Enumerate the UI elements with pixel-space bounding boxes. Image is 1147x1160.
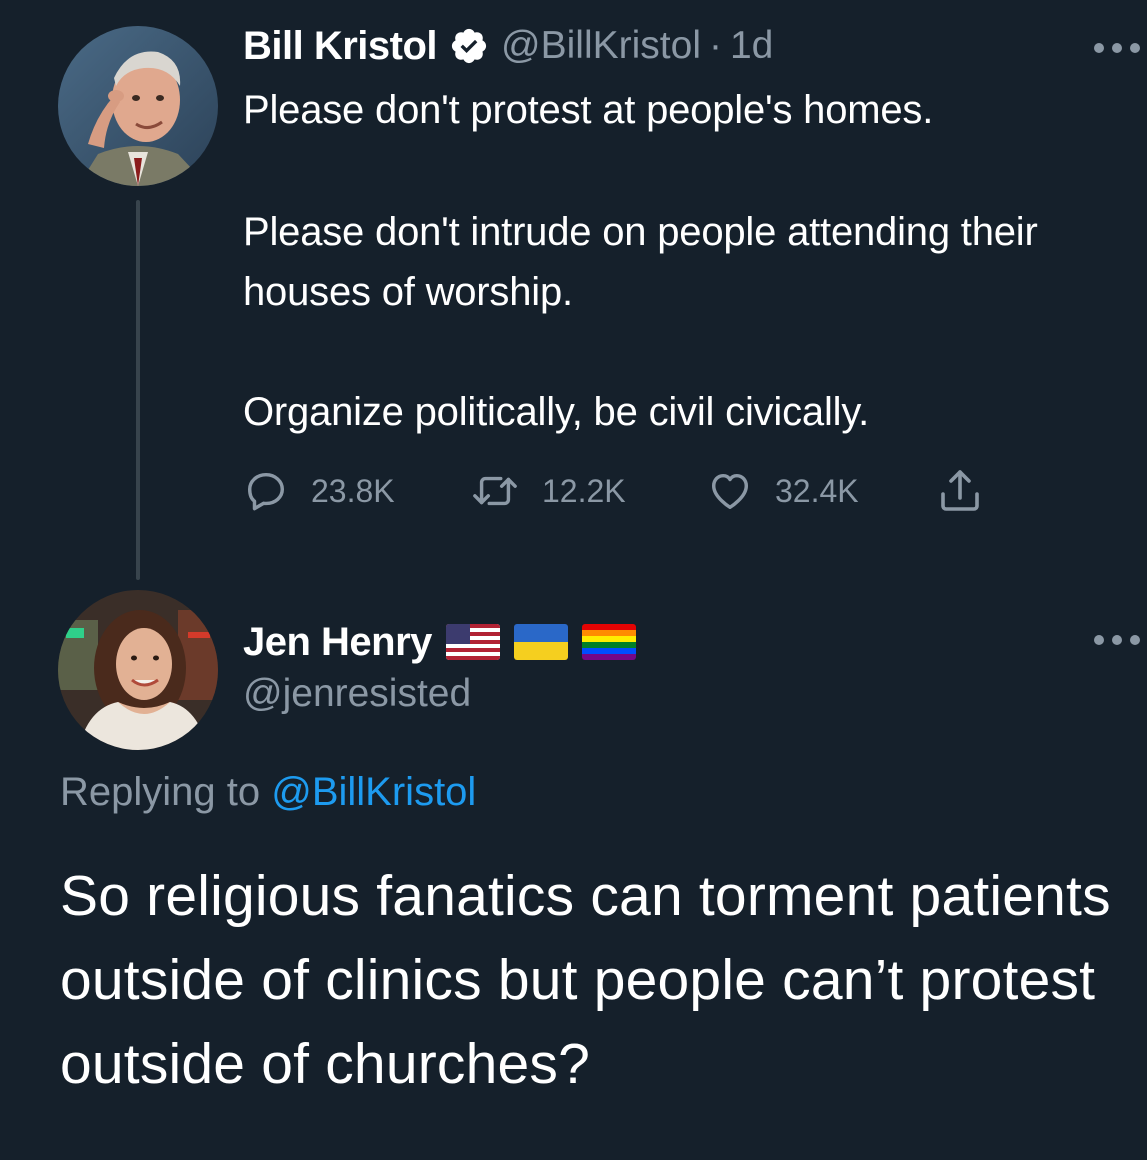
replying-to-link[interactable]: @BillKristol bbox=[271, 770, 476, 814]
share-icon bbox=[941, 470, 979, 511]
author-handle[interactable]: @jenresisted bbox=[243, 672, 471, 716]
replying-to-line: Replying to @BillKristol bbox=[60, 770, 476, 815]
author-name[interactable]: Jen Henry bbox=[243, 620, 432, 665]
avatar-jen-henry[interactable] bbox=[58, 590, 218, 750]
tweet1-text-paragraph-2: Please don't intrude on people attending… bbox=[243, 210, 1038, 314]
retweet-count: 12.2K bbox=[542, 472, 626, 509]
separator-dot: · bbox=[708, 24, 722, 67]
retweet-button[interactable]: 12.2K bbox=[470, 468, 626, 514]
tweet1-text-paragraph-3: Organize politically, be civil civically… bbox=[243, 390, 870, 434]
tweet2-text: So religious fanatics can torment patien… bbox=[60, 864, 1111, 1096]
reply-count: 23.8K bbox=[311, 472, 395, 509]
tweet-timestamp[interactable]: 1d bbox=[730, 24, 773, 68]
avatar-bill-kristol[interactable] bbox=[58, 26, 218, 186]
like-count: 32.4K bbox=[775, 472, 859, 509]
verified-badge-icon bbox=[451, 28, 487, 64]
us-flag-icon bbox=[445, 624, 500, 660]
thread-connector-line bbox=[136, 200, 140, 580]
share-button[interactable] bbox=[936, 466, 984, 516]
tweet1-header: Bill Kristol @BillKristol · 1d bbox=[243, 21, 773, 71]
replying-to-label: Replying to bbox=[60, 770, 272, 814]
rainbow-flag-icon bbox=[581, 624, 636, 660]
more-options-icon[interactable] bbox=[1094, 41, 1140, 55]
reply-icon bbox=[247, 472, 285, 511]
like-button[interactable]: 32.4K bbox=[707, 468, 859, 514]
tweet1-text-paragraph-1: Please don't protest at people's homes. bbox=[243, 88, 934, 132]
author-handle[interactable]: @BillKristol bbox=[501, 24, 701, 68]
author-name[interactable]: Bill Kristol bbox=[243, 24, 438, 69]
ukraine-flag-icon bbox=[513, 624, 568, 660]
reply-button[interactable]: 23.8K bbox=[243, 468, 395, 514]
tweet2-name-row: Jen Henry bbox=[243, 614, 636, 670]
retweet-icon bbox=[473, 476, 517, 506]
heart-icon bbox=[711, 473, 749, 510]
more-options-icon[interactable] bbox=[1094, 633, 1140, 647]
